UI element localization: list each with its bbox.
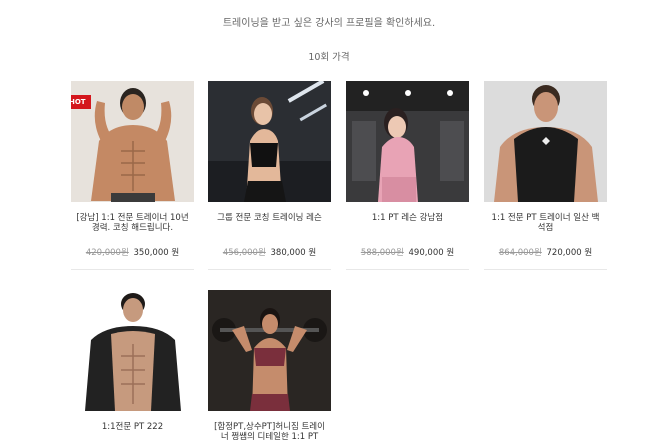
sale-price: 380,000 원: [270, 248, 317, 258]
product-card[interactable]: 1:1전문 PT 222: [71, 290, 194, 444]
trainer-photo: [208, 290, 331, 411]
product-title[interactable]: 1:1 PT 레슨 강남점: [346, 213, 469, 235]
trainer-photo: [208, 81, 331, 202]
card-divider: [484, 269, 607, 270]
product-card[interactable]: 1:1 PT 레슨 강남점 588,000원 490,000 원: [346, 81, 469, 270]
product-title[interactable]: [합정PT,상수PT]허니짐 트레이너 쩡쌤의 디테일한 1:1 PT: [208, 422, 331, 444]
trainer-photo: [71, 290, 194, 411]
original-price: 420,000원: [85, 248, 129, 258]
trainer-photo: [346, 81, 469, 202]
trainer-photo: [484, 81, 607, 202]
product-title[interactable]: 1:1 전문 PT 트레이너 일산 백석점: [484, 213, 607, 235]
section-label: 10회 가격: [308, 52, 350, 63]
hot-badge: HOT: [71, 95, 91, 109]
original-price: 588,000원: [360, 248, 404, 258]
product-thumbnail[interactable]: [208, 290, 331, 411]
product-title[interactable]: [강남] 1:1 전문 트레이너 10년 경력. 코칭 해드립니다.: [71, 213, 194, 235]
sale-price: 490,000 원: [408, 248, 455, 258]
product-thumbnail[interactable]: [346, 81, 469, 202]
sale-price: 350,000 원: [133, 248, 180, 258]
product-card[interactable]: [합정PT,상수PT]허니짐 트레이너 쩡쌤의 디테일한 1:1 PT: [208, 290, 331, 444]
card-divider: [346, 269, 469, 270]
sale-price: 720,000 원: [546, 248, 593, 258]
product-price: 588,000원 490,000 원: [346, 246, 469, 258]
original-price: 456,000원: [222, 248, 266, 258]
product-thumbnail[interactable]: HOT: [71, 81, 194, 202]
product-card[interactable]: 1:1 전문 PT 트레이너 일산 백석점 864,000원 720,000 원: [484, 81, 607, 270]
original-price: 864,000원: [498, 248, 542, 258]
product-price: 864,000원 720,000 원: [484, 246, 607, 258]
product-price: 456,000원 380,000 원: [208, 246, 331, 258]
product-thumbnail[interactable]: [484, 81, 607, 202]
product-thumbnail[interactable]: [71, 290, 194, 411]
product-price: 420,000원 350,000 원: [71, 246, 194, 258]
card-divider: [208, 269, 331, 270]
page-subtitle: 트레이닝을 받고 싶은 강사의 프로필을 확인하세요.: [222, 18, 436, 29]
product-card[interactable]: HOT [강남] 1:1 전문 트레이너 10년 경력. 코칭 해드립니다. 4…: [71, 81, 194, 270]
product-thumbnail[interactable]: [208, 81, 331, 202]
product-card[interactable]: 그룹 전문 코칭 트레이닝 레슨 456,000원 380,000 원: [208, 81, 331, 270]
product-title[interactable]: 그룹 전문 코칭 트레이닝 레슨: [208, 213, 331, 235]
card-divider: [71, 269, 194, 270]
product-title[interactable]: 1:1전문 PT 222: [71, 422, 194, 444]
